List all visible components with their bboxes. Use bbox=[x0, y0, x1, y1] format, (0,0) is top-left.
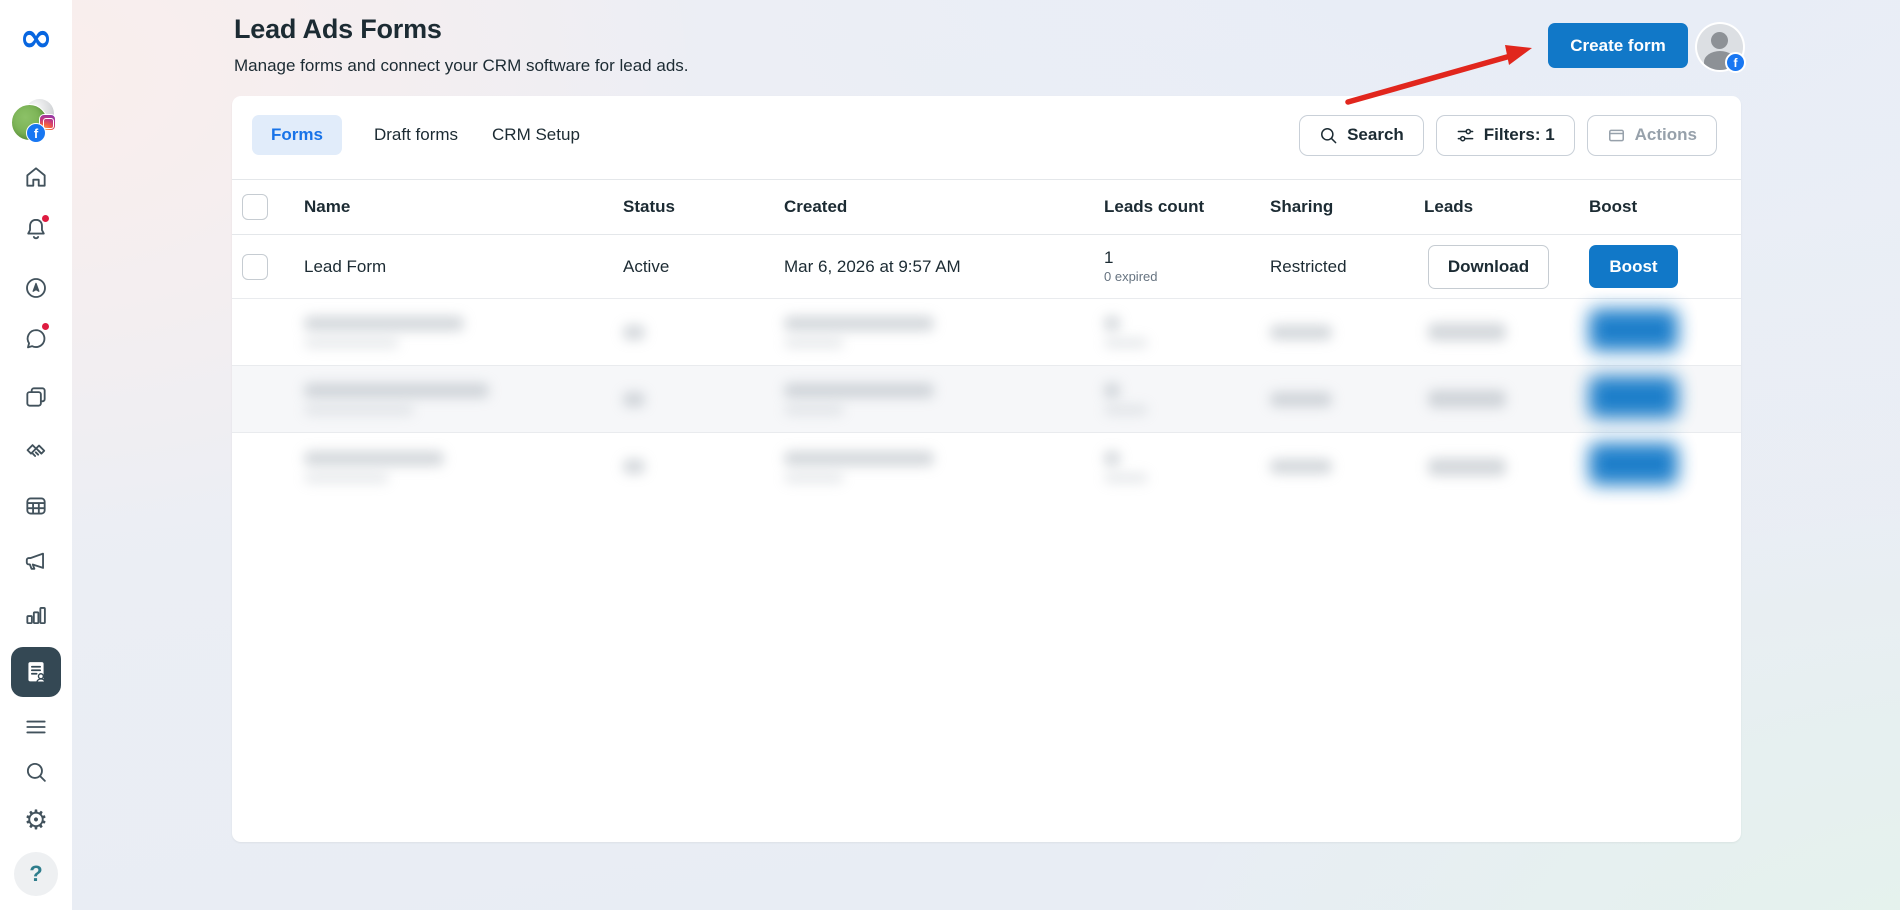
pages-windows-icon[interactable] bbox=[23, 384, 49, 410]
redacted-boost-button[interactable] bbox=[1589, 376, 1678, 418]
tab-crm-setup[interactable]: CRM Setup bbox=[490, 115, 582, 155]
facebook-badge-icon: f bbox=[1725, 52, 1746, 73]
tab-forms[interactable]: Forms bbox=[252, 115, 342, 155]
page-subtitle: Manage forms and connect your CRM softwa… bbox=[234, 56, 689, 76]
redacted-sharing bbox=[1270, 392, 1332, 407]
column-header-boost: Boost bbox=[1589, 197, 1741, 217]
leads-expired: 0 expired bbox=[1104, 270, 1270, 285]
column-header-name: Name bbox=[304, 197, 623, 217]
redacted-name bbox=[304, 451, 444, 466]
column-header-sharing: Sharing bbox=[1270, 197, 1424, 217]
redacted-count bbox=[1104, 383, 1120, 398]
tab-bar: Forms Draft forms CRM Setup bbox=[252, 115, 582, 155]
redacted-boost-button[interactable] bbox=[1589, 443, 1678, 485]
redacted-status bbox=[623, 325, 645, 340]
account-switcher[interactable]: f bbox=[9, 95, 63, 149]
download-button[interactable]: Download bbox=[1428, 245, 1549, 289]
tab-draft-forms[interactable]: Draft forms bbox=[372, 115, 460, 155]
forms-table: Name Status Created Leads count Sharing … bbox=[232, 179, 1741, 500]
sidebar: ∞ f bbox=[0, 0, 72, 910]
form-created: Mar 6, 2026 at 9:57 AM bbox=[784, 257, 1104, 277]
redacted-created bbox=[784, 383, 934, 398]
form-person-icon bbox=[22, 658, 50, 686]
notification-dot bbox=[41, 214, 50, 223]
table-row-blurred bbox=[232, 433, 1741, 500]
table-row-blurred bbox=[232, 299, 1741, 366]
column-header-created: Created bbox=[784, 197, 1104, 217]
redacted-sharing bbox=[1270, 325, 1332, 340]
search-icon bbox=[1319, 126, 1338, 145]
notification-dot bbox=[41, 322, 50, 331]
redacted-download-button[interactable] bbox=[1428, 458, 1506, 476]
filters-button[interactable]: Filters: 1 bbox=[1436, 115, 1575, 156]
redacted-created bbox=[784, 451, 934, 466]
redacted-download-button[interactable] bbox=[1428, 390, 1506, 408]
home-icon[interactable] bbox=[23, 164, 49, 190]
redacted-created bbox=[784, 316, 934, 331]
meta-logo[interactable]: ∞ bbox=[0, 18, 72, 58]
sidebar-item-leads-forms-active[interactable] bbox=[11, 647, 61, 697]
table-row: Lead Form Active Mar 6, 2026 at 9:57 AM … bbox=[232, 235, 1741, 299]
facebook-badge-icon: f bbox=[26, 123, 46, 143]
redacted-name bbox=[304, 316, 464, 331]
forms-panel: Forms Draft forms CRM Setup Search Filte… bbox=[232, 96, 1741, 842]
form-sharing: Restricted bbox=[1270, 257, 1424, 277]
table-header-row: Name Status Created Leads count Sharing … bbox=[232, 179, 1741, 235]
redacted-download-button[interactable] bbox=[1428, 323, 1506, 341]
billing-table-icon[interactable] bbox=[23, 493, 49, 519]
row-checkbox[interactable] bbox=[242, 254, 268, 280]
redacted-sharing bbox=[1270, 459, 1332, 474]
settings-gear-icon[interactable]: ⚙ bbox=[23, 807, 49, 833]
form-name: Lead Form bbox=[304, 257, 623, 277]
leads-count: 1 bbox=[1104, 248, 1270, 268]
boost-button[interactable]: Boost bbox=[1589, 245, 1678, 288]
actions-button[interactable]: Actions bbox=[1587, 115, 1717, 156]
actions-button-label: Actions bbox=[1635, 125, 1697, 145]
search-icon[interactable] bbox=[23, 759, 49, 785]
table-row-blurred bbox=[232, 366, 1741, 433]
redacted-count bbox=[1104, 451, 1120, 466]
filters-button-label: Filters: 1 bbox=[1484, 125, 1555, 145]
create-form-button[interactable]: Create form bbox=[1548, 23, 1688, 68]
ads-megaphone-icon[interactable] bbox=[23, 548, 49, 574]
column-header-leads: Leads bbox=[1424, 197, 1589, 217]
partnerships-handshake-icon[interactable] bbox=[23, 438, 49, 464]
insights-chart-icon[interactable] bbox=[23, 602, 49, 628]
redacted-status bbox=[623, 392, 645, 407]
column-header-leads-count: Leads count bbox=[1104, 197, 1270, 217]
redacted-boost-button[interactable] bbox=[1589, 309, 1678, 351]
redacted-count bbox=[1104, 316, 1120, 331]
page-title: Lead Ads Forms bbox=[234, 14, 442, 45]
filters-sliders-icon bbox=[1456, 126, 1475, 145]
redacted-status bbox=[623, 459, 645, 474]
column-header-status: Status bbox=[623, 197, 784, 217]
search-button-label: Search bbox=[1347, 125, 1404, 145]
redacted-name bbox=[304, 383, 489, 398]
form-status: Active bbox=[623, 257, 784, 277]
select-all-checkbox[interactable] bbox=[242, 194, 268, 220]
user-avatar[interactable]: f bbox=[1697, 24, 1743, 70]
boosts-compass-icon[interactable] bbox=[23, 275, 49, 301]
menu-hamburger-icon[interactable] bbox=[23, 714, 49, 740]
toolbar: Forms Draft forms CRM Setup Search Filte… bbox=[252, 113, 1717, 157]
help-button[interactable]: ? bbox=[14, 852, 58, 896]
actions-archive-icon bbox=[1607, 126, 1626, 145]
search-button[interactable]: Search bbox=[1299, 115, 1424, 156]
